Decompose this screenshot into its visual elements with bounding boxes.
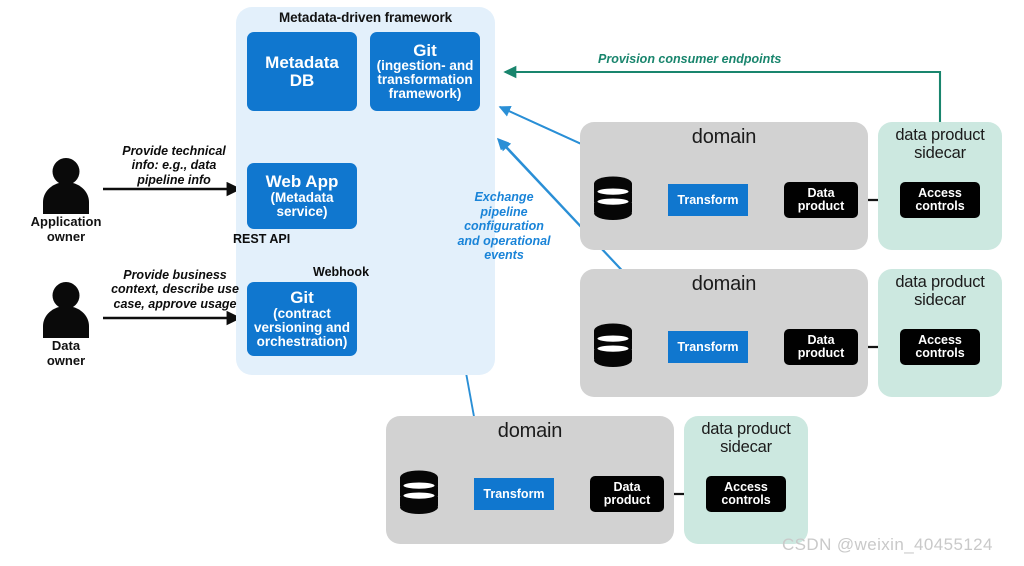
exchange-label-line5: events xyxy=(484,248,524,262)
domain-2-data-product-line1: Data xyxy=(807,332,835,347)
framework-title: Metadata-driven framework xyxy=(278,10,453,25)
web-app-title: Web App xyxy=(265,172,339,192)
data-owner-label-line1: Data xyxy=(51,338,81,353)
domain-2-data-product-node[interactable]: Data product xyxy=(784,329,858,365)
domain-2-database-icon xyxy=(594,323,632,367)
domain-3-sidecar-title-line2: sidecar xyxy=(720,437,772,456)
exchange-label-line3: configuration xyxy=(464,219,544,233)
domain-3-data-product-line1: Data xyxy=(613,479,641,494)
git-contract-box[interactable]: Git (contract versioning and orchestrati… xyxy=(247,282,357,356)
metadata-db-box[interactable]: Metadata DB xyxy=(247,32,357,111)
domain-1-database-icon xyxy=(594,176,632,220)
data-owner-message-line1: Provide business xyxy=(123,268,227,282)
provision-consumer-endpoints-label: Provision consumer endpoints xyxy=(598,52,782,66)
metadata-db-subtitle: DB xyxy=(289,70,315,90)
application-owner-message-line2: info: e.g., data xyxy=(131,158,217,173)
application-owner-label: Application owner xyxy=(6,214,126,244)
git-ingestion-box[interactable]: Git (ingestion- and transformation frame… xyxy=(370,32,480,111)
git-contract-line3: orchestration) xyxy=(256,333,348,349)
domain-2-title: domain xyxy=(691,273,757,295)
domain-1-access-line2: controls xyxy=(915,199,965,213)
domain-2-access-line1: Access xyxy=(918,332,962,347)
domain-2-sidecar-title-line2: sidecar xyxy=(914,290,966,309)
domain-2-sidecar-title-line1: data product xyxy=(895,273,985,291)
domain-1-data-product-line1: Data xyxy=(807,185,835,200)
exchange-label-line2: pipeline xyxy=(480,204,528,219)
git-contract-line1: (contract xyxy=(273,305,331,321)
application-owner-label-line1: Application xyxy=(30,214,102,229)
domain-2-access-controls-node[interactable]: Access controls xyxy=(900,329,980,365)
domain-2-access-line2: controls xyxy=(915,346,965,360)
application-owner-message-line3: pipeline info xyxy=(137,172,211,187)
data-owner-label: Data owner xyxy=(6,338,126,368)
domain-3-database-icon xyxy=(400,470,438,514)
rest-api-label: REST API xyxy=(233,232,291,246)
application-owner-message-line1: Provide technical xyxy=(122,144,226,158)
domain-3-access-controls-node[interactable]: Access controls xyxy=(706,476,786,512)
git-ingestion-line3: framework) xyxy=(388,86,462,102)
exchange-pipeline-label: Exchange pipeline configuration and oper… xyxy=(448,190,560,263)
domain-2-data-product-line2: product xyxy=(797,346,845,360)
application-owner-label-line2: owner xyxy=(46,228,86,244)
domain-1-title: domain xyxy=(691,126,757,148)
domain-1-access-line1: Access xyxy=(918,185,962,200)
domain-3-access-line1: Access xyxy=(724,479,768,494)
domain-2-transform-node[interactable]: Transform xyxy=(668,331,748,363)
data-owner-label-line2: owner xyxy=(46,352,86,368)
metadata-db-title: Metadata xyxy=(265,52,339,72)
csdn-watermark: CSDN @weixin_40455124 xyxy=(782,535,993,554)
domain-1-data-product-node[interactable]: Data product xyxy=(784,182,858,218)
domain-3-access-line2: controls xyxy=(721,493,771,507)
webhook-label: Webhook xyxy=(313,265,370,279)
git-contract-title: Git xyxy=(290,288,314,308)
data-owner-message: Provide business context, describe use c… xyxy=(105,268,245,311)
application-owner-person-icon xyxy=(43,158,89,214)
git-ingestion-title: Git xyxy=(413,40,437,60)
domain-1-sidecar-title: data product sidecar xyxy=(878,126,1002,163)
domain-1-sidecar-title-line1: data product xyxy=(895,126,985,144)
domain-1-data-product-line2: product xyxy=(797,199,845,213)
domain-3-sidecar-title: data product sidecar xyxy=(684,420,808,457)
domain-3-transform-node[interactable]: Transform xyxy=(474,478,554,510)
exchange-label-line4: and operational xyxy=(457,233,551,248)
application-owner-message: Provide technical info: e.g., data pipel… xyxy=(108,144,240,187)
data-owner-person-icon xyxy=(43,282,89,338)
data-owner-message-line2: context, describe use xyxy=(111,282,239,297)
diagram-canvas: Metadata-driven framework Metadata DB Gi… xyxy=(0,0,1024,566)
exchange-label-line1: Exchange xyxy=(474,190,534,204)
domain-1-sidecar-title-line2: sidecar xyxy=(914,143,966,162)
web-app-line1: (Metadata xyxy=(270,189,334,205)
web-app-line2: service) xyxy=(276,203,328,219)
git-ingestion-line1: (ingestion- and xyxy=(376,58,474,74)
domain-3-data-product-line2: product xyxy=(603,493,651,507)
domain-2-sidecar-title: data product sidecar xyxy=(878,273,1002,310)
git-ingestion-line2: transformation xyxy=(377,72,473,88)
domain-3-data-product-node[interactable]: Data product xyxy=(590,476,664,512)
domain-3-sidecar-title-line1: data product xyxy=(701,420,791,438)
domain-1-transform-node[interactable]: Transform xyxy=(668,184,748,216)
domain-1-access-controls-node[interactable]: Access controls xyxy=(900,182,980,218)
data-owner-message-line3: case, approve usage xyxy=(113,296,237,311)
domain-3-title: domain xyxy=(497,420,563,442)
web-app-box[interactable]: Web App (Metadata service) xyxy=(247,163,357,229)
git-contract-line2: versioning and xyxy=(253,319,351,335)
